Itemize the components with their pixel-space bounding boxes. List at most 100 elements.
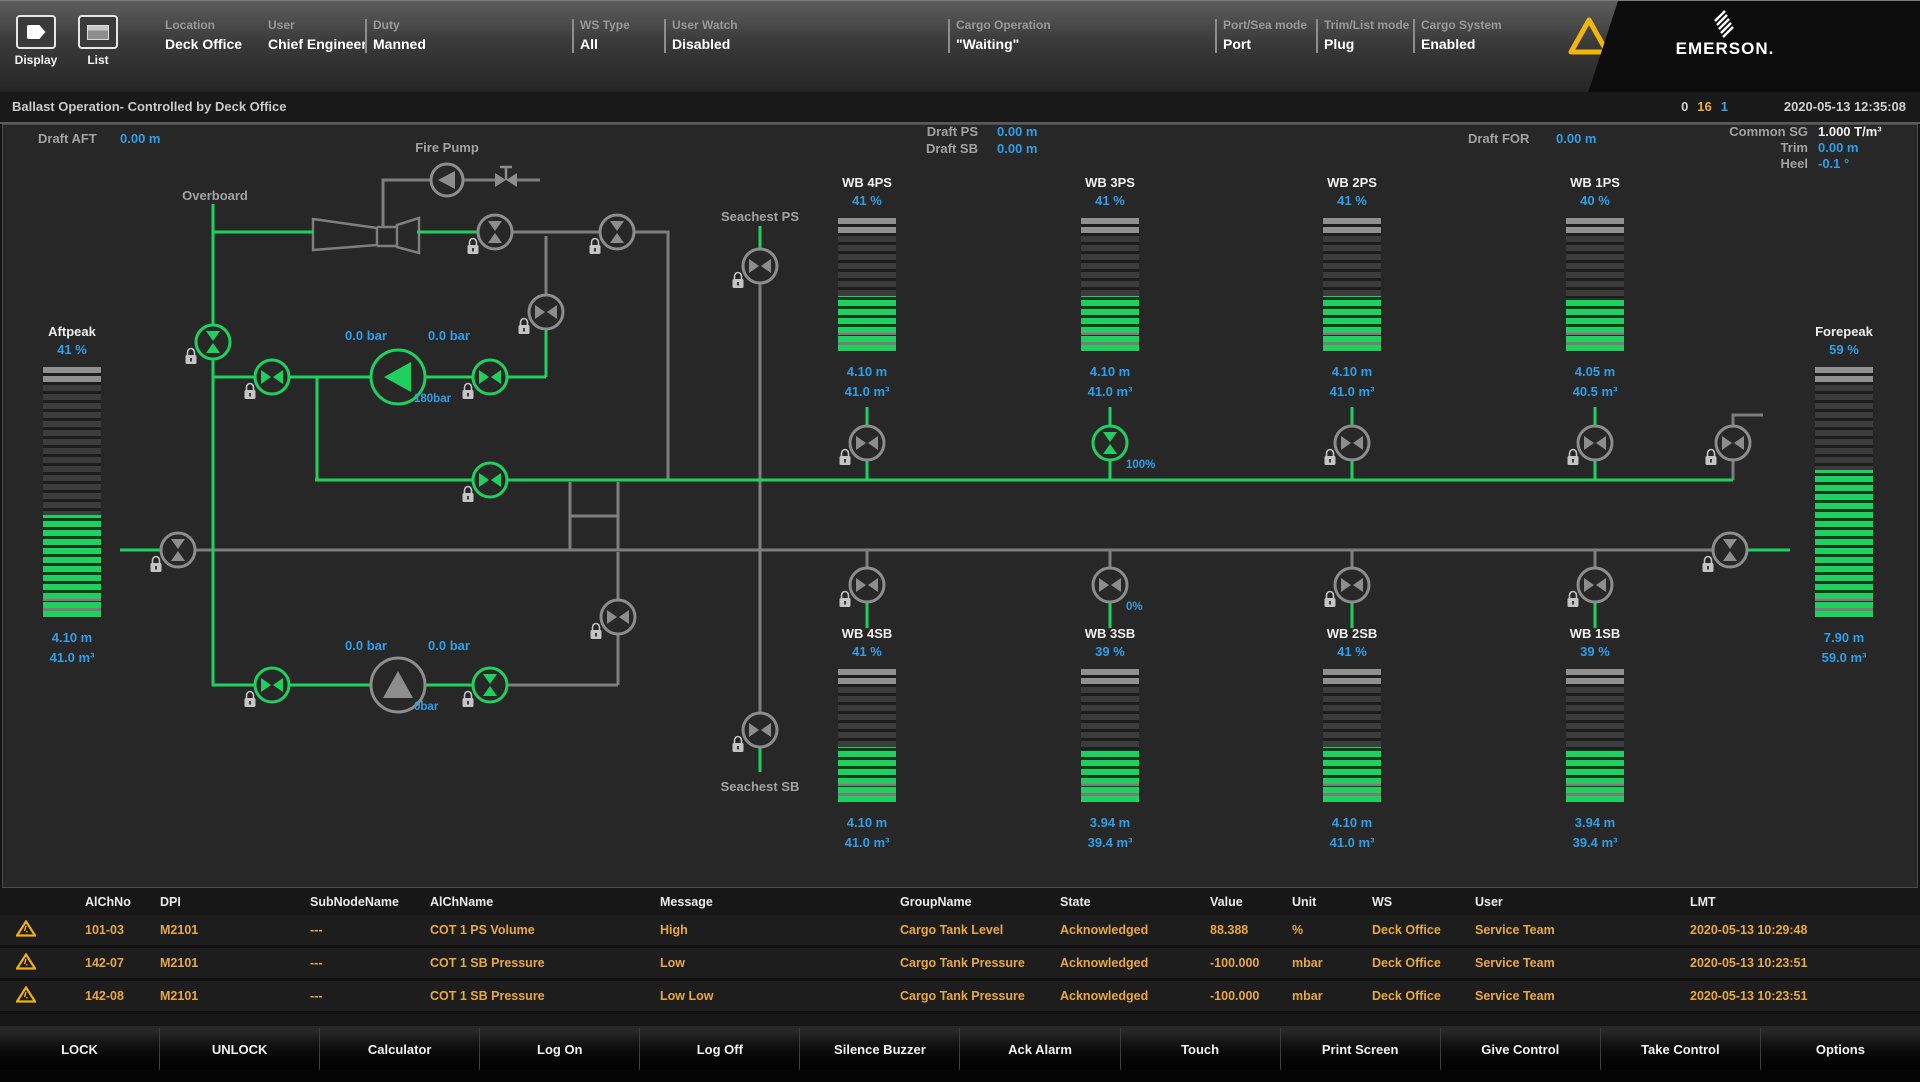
function-button-bar: LOCKUNLOCKCalculatorLog OnLog OffSilence… bbox=[0, 1026, 1920, 1082]
list-button[interactable]: List bbox=[72, 15, 124, 67]
field-separator bbox=[1215, 19, 1217, 53]
alarm-cell: Deck Office bbox=[1372, 915, 1475, 947]
count-normal: 0 bbox=[1681, 99, 1688, 114]
top-bar: Display List LocationDeck OfficeUserChie… bbox=[0, 0, 1920, 93]
valve-value-label: 100% bbox=[1126, 459, 1155, 471]
emerson-logo-icon bbox=[1705, 9, 1735, 39]
tank-percent: 39 % bbox=[1550, 644, 1640, 659]
tank-level: 4.10 m bbox=[822, 815, 912, 830]
alarm-row[interactable]: 101-03M2101---COT 1 PS VolumeHighCargo T… bbox=[0, 915, 1920, 947]
alarm-cell: % bbox=[1292, 915, 1372, 947]
column-header: LMT bbox=[1690, 888, 1920, 915]
topbar-field-port-sea-mode: Port/Sea modePort bbox=[1223, 18, 1307, 52]
tank-level-gauge[interactable] bbox=[838, 669, 896, 802]
tank-level-gauge[interactable] bbox=[1323, 218, 1381, 351]
button-take-control[interactable]: Take Control bbox=[1600, 1028, 1760, 1070]
button-options[interactable]: Options bbox=[1760, 1028, 1920, 1070]
tank-level-gauge[interactable] bbox=[1566, 218, 1624, 351]
tank-forepeak: Forepeak 59 % 7.90 m 59.0 m³ bbox=[1799, 324, 1889, 665]
valve-value-label: 0bar bbox=[414, 701, 439, 713]
alarm-cell: 2020-05-13 10:23:51 bbox=[1690, 947, 1920, 980]
tank-percent: 41 % bbox=[27, 342, 117, 357]
alarm-cell: COT 1 SB Pressure bbox=[430, 980, 660, 1013]
column-header: DPI bbox=[160, 888, 310, 915]
tank-level-gauge[interactable] bbox=[838, 218, 896, 351]
alarm-row[interactable]: 142-08M2101---COT 1 SB PressureLow LowCa… bbox=[0, 980, 1920, 1013]
alarm-cell: Service Team bbox=[1475, 915, 1690, 947]
display-button-label: Display bbox=[10, 53, 62, 67]
alarm-cell: Low bbox=[660, 947, 900, 980]
tank-name: Forepeak bbox=[1799, 324, 1889, 339]
ballast-hmi-screen: { "topbar": { "display_label": "Display"… bbox=[0, 0, 1920, 1080]
tank-volume: 41.0 m³ bbox=[822, 384, 912, 399]
alarm-cell: Service Team bbox=[1475, 980, 1690, 1013]
tank-wb-1sb: WB 1SB 39 % 3.94 m 39.4 m³ bbox=[1550, 626, 1640, 850]
alarm-cell: mbar bbox=[1292, 980, 1372, 1013]
alarm-cell: M2101 bbox=[160, 947, 310, 980]
button-unlock[interactable]: UNLOCK bbox=[159, 1028, 319, 1070]
stripping-discharge-pressure: 0.0 bar bbox=[414, 638, 484, 653]
topbar-field-duty: DutyManned bbox=[373, 18, 426, 52]
tank-name: WB 1PS bbox=[1550, 175, 1640, 190]
tank-level-gauge[interactable] bbox=[43, 367, 101, 617]
tank-volume: 41.0 m³ bbox=[822, 835, 912, 850]
pump-discharge-pressure: 0.0 bar bbox=[414, 328, 484, 343]
alarm-warning-icon bbox=[0, 915, 85, 947]
tank-level: 7.90 m bbox=[1799, 630, 1889, 645]
tank-percent: 41 % bbox=[1065, 193, 1155, 208]
column-header: AlChNo bbox=[85, 888, 160, 915]
fire-pump[interactable] bbox=[431, 164, 463, 196]
draft-for-label: Draft FOR bbox=[1468, 131, 1529, 146]
alarm-counts[interactable]: 0161 bbox=[1681, 99, 1728, 114]
alarm-cell: Service Team bbox=[1475, 947, 1690, 980]
common-sg-label: Common SG bbox=[1700, 124, 1808, 139]
list-icon bbox=[78, 15, 118, 49]
draft-sb-value: 0.00 m bbox=[997, 141, 1037, 156]
topbar-field-trim-list-mode: Trim/List modePlug bbox=[1324, 18, 1409, 52]
pump-suction-pressure: 0.0 bar bbox=[331, 328, 401, 343]
tank-level-gauge[interactable] bbox=[1081, 218, 1139, 351]
valve-value-label: 180bar bbox=[414, 393, 452, 405]
alarm-cell: --- bbox=[310, 915, 430, 947]
button-print-screen[interactable]: Print Screen bbox=[1280, 1028, 1440, 1070]
tank-level-gauge[interactable] bbox=[1323, 669, 1381, 802]
draft-for-value: 0.00 m bbox=[1556, 131, 1596, 146]
button-lock[interactable]: LOCK bbox=[0, 1028, 159, 1070]
button-log-off[interactable]: Log Off bbox=[639, 1028, 799, 1070]
button-touch[interactable]: Touch bbox=[1120, 1028, 1280, 1070]
alarm-cell: 142-08 bbox=[85, 980, 160, 1013]
button-calculator[interactable]: Calculator bbox=[319, 1028, 479, 1070]
column-header: GroupName bbox=[900, 888, 1060, 915]
field-separator bbox=[1316, 19, 1318, 53]
display-button[interactable]: Display bbox=[10, 15, 62, 67]
tank-level-gauge[interactable] bbox=[1566, 669, 1624, 802]
emerson-logo-block: EMERSON. bbox=[1588, 1, 1920, 93]
tank-volume: 40.5 m³ bbox=[1550, 384, 1640, 399]
button-log-on[interactable]: Log On bbox=[479, 1028, 639, 1070]
tank-name: WB 4PS bbox=[822, 175, 912, 190]
alarm-cell: -100.000 bbox=[1210, 980, 1292, 1013]
count-alarm: 16 bbox=[1697, 99, 1711, 114]
alarm-cell: M2101 bbox=[160, 980, 310, 1013]
valve-value-label: 0% bbox=[1126, 601, 1143, 613]
alarm-table: AlChNoDPISubNodeNameAlChNameMessageGroup… bbox=[0, 888, 1920, 1014]
alarm-row[interactable]: 142-07M2101---COT 1 SB PressureLowCargo … bbox=[0, 947, 1920, 980]
alarm-cell: mbar bbox=[1292, 947, 1372, 980]
tank-volume: 41.0 m³ bbox=[27, 650, 117, 665]
button-give-control[interactable]: Give Control bbox=[1440, 1028, 1600, 1070]
column-header: Unit bbox=[1292, 888, 1372, 915]
tank-level-gauge[interactable] bbox=[1081, 669, 1139, 802]
column-header: WS bbox=[1372, 888, 1475, 915]
button-silence-buzzer[interactable]: Silence Buzzer bbox=[799, 1028, 959, 1070]
draft-aft-value: 0.00 m bbox=[120, 131, 160, 146]
emerson-brand-text: EMERSON. bbox=[1655, 39, 1795, 59]
tank-level-gauge[interactable] bbox=[1815, 367, 1873, 617]
tank-level: 4.05 m bbox=[1550, 364, 1640, 379]
alarm-cell: Acknowledged bbox=[1060, 947, 1210, 980]
tank-wb-2sb: WB 2SB 41 % 4.10 m 41.0 m³ bbox=[1307, 626, 1397, 850]
alarm-cell: --- bbox=[310, 947, 430, 980]
tank-percent: 41 % bbox=[1307, 644, 1397, 659]
tank-name: Aftpeak bbox=[27, 324, 117, 339]
button-ack-alarm[interactable]: Ack Alarm bbox=[959, 1028, 1119, 1070]
overboard-label: Overboard bbox=[163, 188, 267, 203]
